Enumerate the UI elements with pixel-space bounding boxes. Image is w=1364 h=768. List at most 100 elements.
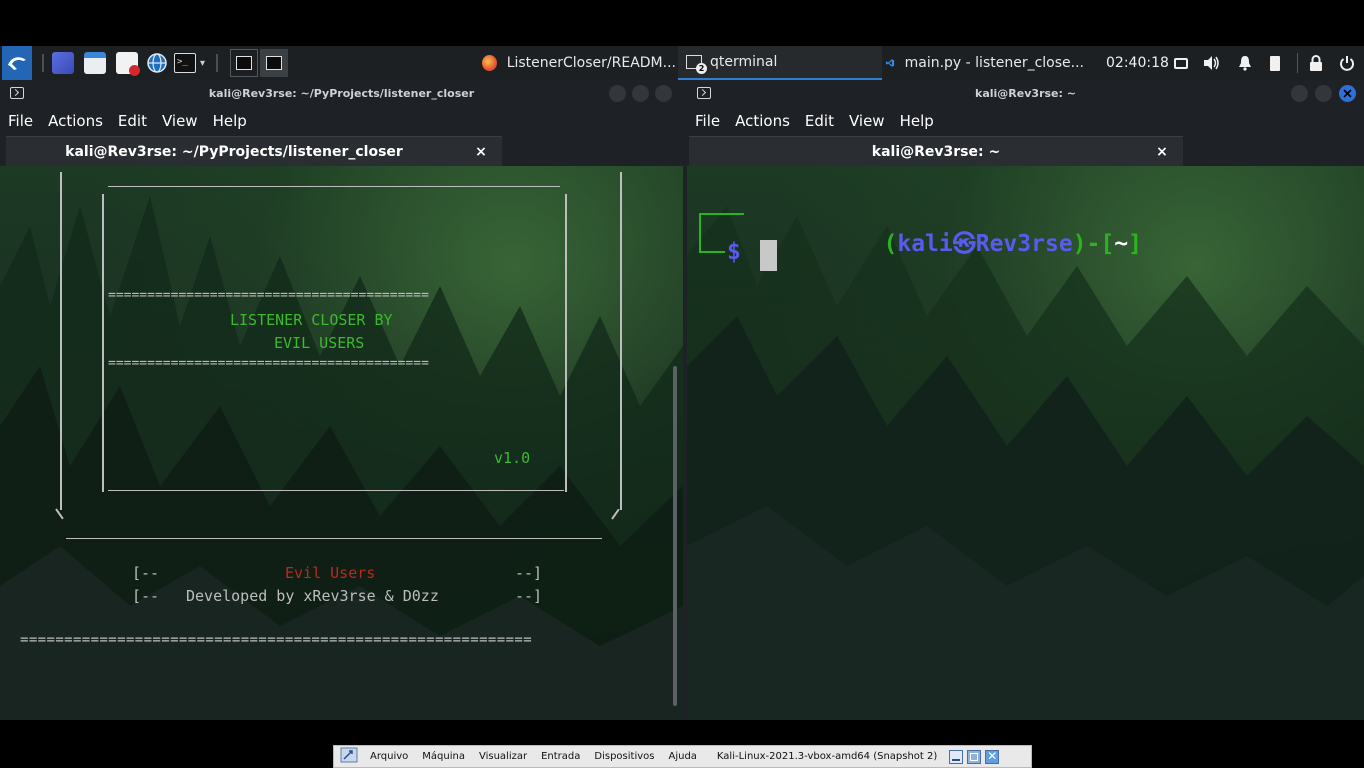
workspace-2[interactable] <box>260 49 288 77</box>
clock[interactable]: 02:40:18 <box>1106 46 1169 80</box>
banner-rule: ========================================… <box>108 356 429 371</box>
launcher-desktop[interactable] <box>52 46 74 80</box>
terminal-icon: 2 <box>686 55 707 74</box>
banner-title-line1: LISTENER CLOSER BY <box>230 311 393 329</box>
notification-bell-icon[interactable] <box>1236 54 1254 72</box>
menu-actions[interactable]: Actions <box>48 112 103 130</box>
prompt-close: ] <box>1128 231 1142 257</box>
prompt-area: (kali㉿Rev3rse)-[~] $ <box>687 166 1364 720</box>
terminal-window-right: kali@Rev3rse: ~ File Actions Edit View H… <box>687 80 1364 720</box>
vbox-menu-arquivo[interactable]: Arquivo <box>370 751 408 762</box>
prompt-line1: (kali㉿Rev3rse)-[~] <box>745 202 1142 286</box>
task-firefox[interactable]: ListenerCloser/READM... <box>474 46 676 80</box>
workspace-1[interactable] <box>230 49 258 77</box>
virtualbox-menu-bar: Arquivo Máquina Visualizar Entrada Dispo… <box>333 745 1032 768</box>
launcher-terminal[interactable]: >_ <box>174 46 196 80</box>
tab-home[interactable]: kali@Rev3rse: ~ × <box>689 136 1183 166</box>
workspace-terminal-icon <box>266 56 282 70</box>
vbox-menu-ajuda[interactable]: Ajuda <box>668 751 696 762</box>
prompt-bracket <box>699 251 725 253</box>
menu-view[interactable]: View <box>849 112 885 130</box>
minimize-icon[interactable] <box>949 749 964 764</box>
credit2-close: --] <box>515 587 543 605</box>
inner-border <box>565 194 567 492</box>
vbox-menu-visualizar[interactable]: Visualizar <box>479 751 527 762</box>
prompt-host: Rev3rse <box>975 231 1073 257</box>
window-title: kali@Rev3rse: ~/PyProjects/listener_clos… <box>208 87 475 100</box>
pin-icon[interactable] <box>340 747 358 766</box>
prompt-open: ( <box>883 231 898 257</box>
volume-icon[interactable] <box>1202 54 1220 72</box>
frame-border <box>620 172 622 510</box>
task-label: qterminal <box>710 54 778 70</box>
prompt-mid: )-[ <box>1072 231 1115 257</box>
tab-label: kali@Rev3rse: ~/PyProjects/listener_clos… <box>65 143 403 160</box>
long-rule: ========================================… <box>20 632 533 648</box>
close-icon <box>1343 89 1352 98</box>
launcher-browser[interactable] <box>146 46 168 80</box>
menu-help[interactable]: Help <box>900 112 934 130</box>
menu-edit[interactable]: Edit <box>805 112 834 130</box>
close-button[interactable] <box>655 85 672 102</box>
tab-listener-closer[interactable]: kali@Rev3rse: ~/PyProjects/listener_clos… <box>6 136 502 166</box>
power-icon[interactable] <box>1338 54 1356 72</box>
vbox-menu-entrada[interactable]: Entrada <box>541 751 580 762</box>
restore-icon[interactable] <box>967 749 982 764</box>
menu-file[interactable]: File <box>695 112 720 130</box>
tab-bar: kali@Rev3rse: ~ × <box>687 134 1364 166</box>
inner-border <box>102 194 104 492</box>
terminal-output[interactable]: ========================================… <box>0 166 683 720</box>
inner-border <box>108 490 564 491</box>
prompt-bracket <box>699 213 701 253</box>
menu-actions[interactable]: Actions <box>735 112 790 130</box>
desktop-icon <box>52 52 74 74</box>
scrollbar-thumb[interactable] <box>673 366 677 706</box>
vbox-vm-title: Kali-Linux-2021.3-vbox-amd64 (Snapshot 2… <box>716 751 938 762</box>
taskbar: >_ ▾ ListenerCloser/READM... 2 qterminal… <box>0 46 1364 80</box>
minimize-button[interactable] <box>609 85 626 102</box>
task-label: main.py - listener_close... <box>904 55 1084 71</box>
minimize-button[interactable] <box>1291 85 1308 102</box>
maximize-button[interactable] <box>1315 85 1332 102</box>
credit1-close: --] <box>515 564 543 582</box>
kali-menu-button[interactable] <box>2 46 32 80</box>
battery-icon[interactable] <box>1266 54 1284 72</box>
screen: >_ ▾ ListenerCloser/READM... 2 qterminal… <box>0 0 1364 768</box>
tab-label: kali@Rev3rse: ~ <box>871 143 1001 160</box>
menu-view[interactable]: View <box>162 112 198 130</box>
task-vscode[interactable]: main.py - listener_close... <box>882 46 1084 80</box>
vbox-menu-dispositivos[interactable]: Dispositivos <box>594 751 654 762</box>
menu-edit[interactable]: Edit <box>118 112 147 130</box>
tab-close-icon[interactable]: × <box>474 145 488 159</box>
launcher-files[interactable] <box>84 46 106 80</box>
terminal-cursor <box>760 240 777 271</box>
workspace-terminal-icon <box>236 56 252 70</box>
terminal-output[interactable]: (kali㉿Rev3rse)-[~] $ <box>687 166 1364 720</box>
frame-corner <box>55 508 64 520</box>
window-titlebar[interactable]: kali@Rev3rse: ~/PyProjects/listener_clos… <box>0 80 683 107</box>
prompt-user: kali <box>897 231 953 257</box>
launcher-editor[interactable] <box>116 46 140 80</box>
banner-title-line2: EVIL USERS <box>274 334 365 352</box>
tab-bar: kali@Rev3rse: ~/PyProjects/listener_clos… <box>0 134 683 166</box>
lock-icon[interactable] <box>1307 54 1325 72</box>
terminal-icon <box>697 87 711 99</box>
menu-help[interactable]: Help <box>213 112 247 130</box>
close-icon[interactable]: ✕ <box>985 749 1000 764</box>
window-titlebar[interactable]: kali@Rev3rse: ~ <box>687 80 1364 107</box>
close-button[interactable] <box>1339 85 1356 102</box>
banner-rule: ========================================… <box>108 288 429 303</box>
window-title: kali@Rev3rse: ~ <box>975 87 1076 100</box>
launcher-dropdown[interactable]: ▾ <box>200 46 205 80</box>
prompt-separator-icon: ㉿ <box>952 231 976 257</box>
menu-file[interactable]: File <box>8 112 33 130</box>
terminal-icon <box>10 87 24 99</box>
tab-close-icon[interactable]: × <box>1155 145 1169 159</box>
task-qterminal[interactable]: 2 qterminal <box>678 46 882 80</box>
vbox-menu-maquina[interactable]: Máquina <box>422 751 465 762</box>
credit2-open: [-- <box>132 587 160 605</box>
banner-version: v1.0 <box>494 449 531 467</box>
maximize-button[interactable] <box>632 85 649 102</box>
display-icon[interactable] <box>1172 54 1190 72</box>
frame-corner <box>611 508 620 520</box>
